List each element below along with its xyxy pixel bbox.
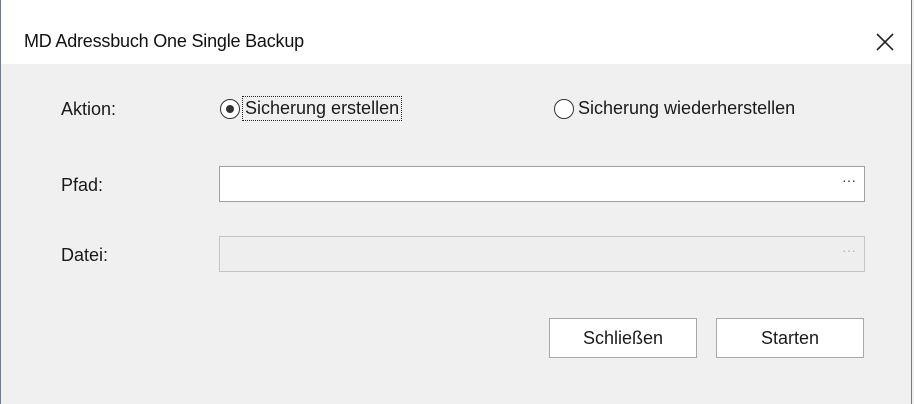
backup-dialog: MD Adressbuch One Single Backup Aktion: … xyxy=(0,0,912,404)
radio-restore-label: Sicherung wiederherstellen xyxy=(578,98,796,118)
radio-selected-dot xyxy=(226,104,234,113)
radio-restore-circle[interactable] xyxy=(554,98,574,119)
datei-field: ··· xyxy=(219,236,865,272)
start-button[interactable]: Starten xyxy=(716,318,864,358)
close-dialog-button[interactable]: Schließen xyxy=(549,318,697,358)
datei-label: Datei: xyxy=(61,245,109,265)
pfad-label: Pfad: xyxy=(61,175,104,195)
aktion-label: Aktion: xyxy=(61,99,117,119)
radio-create-circle[interactable] xyxy=(220,98,240,119)
pfad-input[interactable] xyxy=(220,167,836,201)
radio-create-backup[interactable]: Sicherung erstellen xyxy=(220,96,403,121)
datei-browse-button: ··· xyxy=(842,242,856,258)
close-button[interactable] xyxy=(859,16,911,64)
close-icon xyxy=(876,33,894,51)
title-bar: MD Adressbuch One Single Backup xyxy=(1,0,911,64)
radio-restore-backup[interactable]: Sicherung wiederherstellen xyxy=(554,98,795,119)
window-title: MD Adressbuch One Single Backup xyxy=(24,31,304,51)
radio-create-label: Sicherung erstellen xyxy=(241,96,403,121)
datei-input xyxy=(220,237,836,271)
pfad-browse-button[interactable]: ··· xyxy=(842,172,856,188)
pfad-field[interactable]: ··· xyxy=(219,166,865,202)
